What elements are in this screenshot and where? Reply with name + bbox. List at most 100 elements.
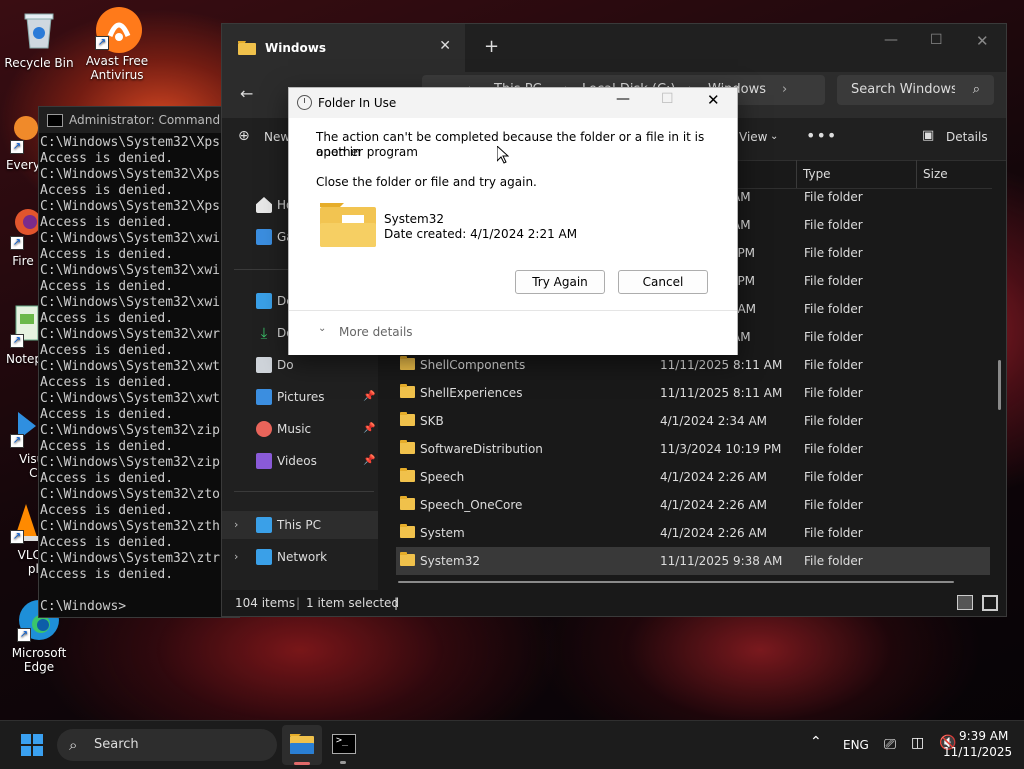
chevron-right-icon[interactable]: ›: [234, 511, 238, 539]
taskbar-file-explorer[interactable]: [282, 725, 322, 765]
table-row[interactable]: ShellComponents 11/11/2025 8:11 AM File fo…: [396, 351, 990, 379]
details-view-icon[interactable]: [957, 595, 973, 610]
shortcut-arrow-icon: ↗: [95, 36, 109, 50]
shortcut-arrow-icon: ↗: [10, 140, 24, 154]
status-divider: |: [394, 596, 399, 610]
table-row[interactable]: SoftwareDistribution 11/3/2024 10:19 PM Fi…: [396, 435, 990, 463]
start-windows-icon[interactable]: [21, 734, 43, 756]
view-button[interactable]: View: [739, 130, 767, 144]
more-options-icon[interactable]: •••: [806, 126, 837, 145]
taskbar: ⌕ Search >_ ⌃ ENG ⎚ ◫ 🔇 9:39 AM 11/11/20…: [0, 720, 1024, 769]
folder-icon: [290, 734, 314, 754]
device-icon[interactable]: ⎚: [884, 735, 896, 753]
taskbar-search-label: Search: [94, 737, 139, 752]
dialog-close-icon[interactable]: ✕: [707, 91, 720, 109]
dialog-title-bar[interactable]: Folder In Use — ☐ ✕: [289, 88, 737, 118]
more-details-section[interactable]: ⌄ More details: [289, 310, 737, 355]
chevron-right-icon[interactable]: ›: [782, 75, 787, 105]
cmd-output[interactable]: C:\Windows\System32\Xps Access is denied…: [39, 133, 239, 615]
desktop-icon-avast[interactable]: ↗ Avast Free Antivirus: [79, 6, 155, 82]
horizontal-scrollbar[interactable]: [398, 581, 954, 583]
network-disconnected-icon[interactable]: ◫: [911, 735, 924, 751]
new-button[interactable]: New: [264, 130, 290, 144]
taskbar-terminal-icon[interactable]: >_: [332, 734, 356, 754]
maximize-icon[interactable]: ☐: [930, 32, 943, 48]
desktop-icon-label: Avast Free Antivirus: [85, 54, 149, 82]
pin-icon[interactable]: 📌: [363, 447, 375, 475]
notepad-icon: ↗: [0, 304, 40, 348]
nav-item-this-pc[interactable]: › This PC: [222, 511, 378, 539]
back-arrow-icon[interactable]: ←: [240, 84, 253, 103]
tab-windows[interactable]: Windows ✕: [222, 24, 465, 72]
cmd-title-bar[interactable]: Administrator: Command Prompt: [39, 107, 239, 133]
avast-icon: ↗: [95, 6, 142, 53]
mouse-cursor-icon: [497, 146, 509, 164]
chevron-right-icon[interactable]: ›: [234, 543, 238, 571]
folder-icon: [400, 552, 415, 566]
dialog-item-date: Date created: 4/1/2024 2:21 AM: [384, 227, 578, 241]
clock-date[interactable]: 11/11/2025: [943, 745, 1012, 759]
vscode-icon: ↗: [0, 404, 40, 448]
nav-item-music[interactable]: Music 📌: [222, 415, 378, 443]
active-indicator: [294, 762, 310, 765]
shortcut-arrow-icon: ↗: [10, 334, 24, 348]
nav-divider: [234, 491, 374, 492]
chevron-down-icon: ⌄: [770, 131, 779, 142]
firefox-icon: ↗: [0, 206, 41, 250]
table-row[interactable]: SKB 4/1/2024 2:34 AM File folder: [396, 407, 990, 435]
minimize-icon[interactable]: —: [616, 91, 630, 107]
cancel-button[interactable]: Cancel: [618, 270, 708, 294]
tiles-view-icon[interactable]: [982, 595, 998, 611]
search-icon: ⌕: [69, 736, 78, 754]
pin-icon[interactable]: 📌: [363, 383, 375, 411]
everything-icon: ↗: [0, 110, 40, 154]
videos-icon: [256, 453, 272, 469]
download-icon: ⤓: [260, 324, 268, 342]
search-box[interactable]: Search Windows ⌕: [837, 75, 994, 105]
table-row[interactable]: System 4/1/2024 2:26 AM File folder: [396, 519, 990, 547]
vertical-scrollbar[interactable]: [998, 360, 1001, 410]
folder-icon: [400, 356, 415, 370]
folder-icon: [400, 524, 415, 538]
tab-label: Windows: [265, 41, 326, 55]
clock-time[interactable]: 9:39 AM: [959, 729, 1008, 743]
folder-icon: [400, 468, 415, 482]
minimize-icon[interactable]: —: [884, 32, 898, 48]
selection-count: 1 item selected: [306, 596, 400, 610]
new-plus-icon[interactable]: ⊕: [238, 128, 250, 144]
details-button[interactable]: Details: [946, 130, 988, 144]
shortcut-arrow-icon: ↗: [17, 628, 31, 642]
chevron-up-icon[interactable]: ⌃: [810, 734, 822, 750]
desktop-icon-label: Recycle Bin: [4, 56, 74, 70]
shortcut-arrow-icon: ↗: [10, 530, 24, 544]
try-again-button[interactable]: Try Again: [515, 270, 605, 294]
folder-icon: [238, 41, 256, 55]
table-row[interactable]: Speech_OneCore 4/1/2024 2:26 AM File folde…: [396, 491, 990, 519]
shortcut-arrow-icon: ↗: [10, 236, 24, 250]
maximize-icon: ☐: [661, 91, 674, 107]
cmd-title: Administrator: Command Prompt: [69, 113, 239, 127]
command-prompt-window[interactable]: Administrator: Command Prompt C:\Windows…: [38, 106, 240, 618]
close-tab-icon[interactable]: ✕: [439, 38, 451, 54]
details-pane-icon: ▣: [922, 128, 935, 143]
item-count: 104 items: [235, 596, 296, 610]
dialog-item-name: System32: [384, 212, 445, 226]
taskbar-search-box[interactable]: ⌕ Search: [57, 729, 277, 761]
nav-item-pictures[interactable]: Pictures 📌: [222, 383, 378, 411]
folder-icon: [400, 496, 415, 510]
table-row-selected[interactable]: System32 11/11/2025 9:38 AM File folder: [396, 547, 990, 575]
table-row[interactable]: Speech 4/1/2024 2:26 AM File folder: [396, 463, 990, 491]
more-details-link[interactable]: More details: [339, 325, 413, 339]
table-row[interactable]: ShellExperiences 11/11/2025 8:11 AM File f…: [396, 379, 990, 407]
language-indicator[interactable]: ENG: [843, 738, 869, 752]
close-window-icon[interactable]: ✕: [976, 32, 989, 50]
clock-icon: [297, 95, 312, 110]
gallery-icon: [256, 229, 272, 245]
folder-in-use-dialog[interactable]: Folder In Use — ☐ ✕ The action can't be …: [288, 87, 738, 355]
pin-icon[interactable]: 📌: [363, 415, 375, 443]
desktop-icon-recycle-bin[interactable]: Recycle Bin: [1, 8, 77, 70]
nav-item-documents[interactable]: Do: [222, 351, 378, 379]
nav-item-network[interactable]: › Network: [222, 543, 378, 571]
nav-item-videos[interactable]: Videos 📌: [222, 447, 378, 475]
new-tab-icon[interactable]: +: [484, 36, 499, 57]
